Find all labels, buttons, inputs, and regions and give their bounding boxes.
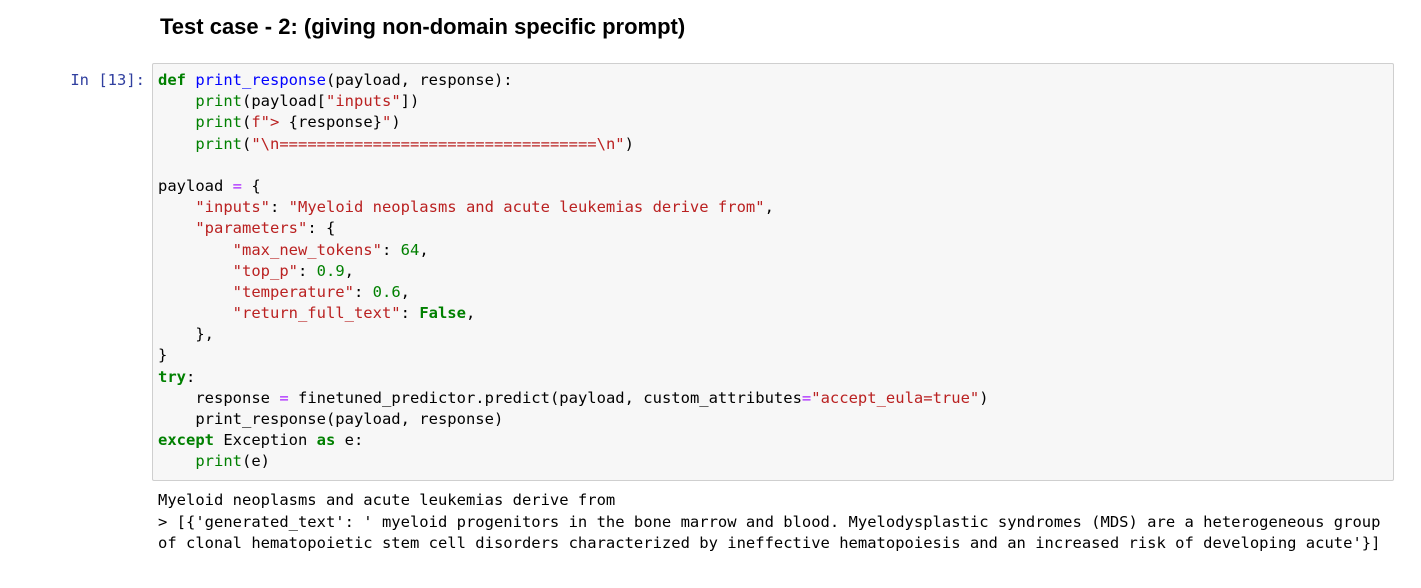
code-line: response = finetuned_predictor.predict(p… — [158, 388, 989, 409]
code-token: { — [242, 176, 261, 195]
code-token: : — [381, 240, 401, 259]
code-line: print("\n===============================… — [158, 134, 989, 155]
output-line: > [{'generated_text': ' myeloid progenit… — [158, 512, 1390, 553]
code-token: print — [195, 134, 242, 153]
output-line: Myeloid neoplasms and acute leukemias de… — [158, 491, 616, 509]
code-line: "inputs": "Myeloid neoplasms and acute l… — [158, 197, 989, 218]
code-line: "max_new_tokens": 64, — [158, 240, 989, 261]
code-token: "inputs" — [195, 198, 270, 217]
code-token: = — [232, 176, 242, 195]
code-token: ) — [624, 134, 634, 153]
code-token: " — [382, 113, 392, 132]
code-token: : — [269, 198, 289, 217]
code-text[interactable]: def print_response(payload, response): p… — [158, 70, 989, 473]
code-token: (payload[ — [242, 92, 326, 111]
code-token: False — [419, 304, 466, 323]
code-line: print(e) — [158, 451, 989, 472]
code-token: as — [316, 431, 336, 450]
code-token: , — [764, 198, 774, 217]
code-token: "Myeloid neoplasms and acute leukemias d… — [288, 198, 765, 217]
code-line: def print_response(payload, response): — [158, 70, 989, 91]
code-line: } — [158, 345, 989, 366]
code-line: print(f"> {response}") — [158, 112, 989, 133]
code-line: "top_p": 0.9, — [158, 261, 989, 282]
code-token: response — [158, 388, 280, 407]
code-line: print(payload["inputs"]) — [158, 91, 989, 112]
code-token: ]) — [400, 92, 420, 111]
code-token: : — [353, 282, 373, 301]
input-prompt: In [13]: — [70, 71, 145, 89]
code-token: ) — [391, 113, 401, 132]
code-line: try: — [158, 367, 989, 388]
code-token: 0.6 — [372, 282, 401, 301]
code-token: print — [195, 113, 242, 132]
code-token: try — [158, 367, 186, 386]
code-token: , — [419, 240, 429, 259]
code-token: e: — [335, 431, 364, 450]
code-token: : — [186, 367, 196, 386]
code-token: = — [279, 388, 289, 407]
code-token: payload — [158, 176, 233, 195]
code-line: except Exception as e: — [158, 430, 989, 451]
code-token: , — [400, 282, 410, 301]
code-token: print_response — [195, 71, 326, 89]
code-token: : — [297, 261, 317, 280]
code-token: {response} — [288, 113, 382, 132]
code-token: finetuned_predictor.predict(payload, cus… — [288, 388, 802, 407]
code-token: ( — [242, 134, 252, 153]
code-token: : — [400, 304, 420, 323]
code-token: print_response(payload, response) — [158, 410, 504, 428]
code-token: = — [801, 388, 812, 407]
code-token: ( — [242, 113, 252, 132]
code-token: , — [344, 261, 354, 280]
code-token: def — [158, 71, 186, 89]
code-token: except — [158, 431, 214, 450]
code-token: "temperature" — [232, 282, 354, 301]
code-line: "return_full_text": False, — [158, 303, 989, 324]
code-token: 64 — [400, 240, 420, 259]
code-token: f"> — [251, 113, 289, 132]
code-token: Exception — [214, 431, 317, 450]
code-line: }, — [158, 324, 989, 345]
code-token: print — [195, 452, 242, 471]
code-token: }, — [158, 325, 214, 344]
cell-output: Myeloid neoplasms and acute leukemias de… — [158, 490, 1388, 555]
code-token: : { — [307, 219, 336, 238]
code-token: (e) — [242, 452, 270, 471]
code-token: (payload, response): — [326, 71, 513, 89]
code-token: "return_full_text" — [232, 304, 401, 323]
code-token: "inputs" — [326, 92, 401, 111]
code-token: "top_p" — [232, 261, 298, 280]
code-token: "\n==================================\n" — [251, 134, 625, 153]
section-heading: Test case - 2: (giving non-domain specif… — [160, 14, 686, 39]
code-token: print — [195, 92, 242, 111]
code-line: "temperature": 0.6, — [158, 282, 989, 303]
code-token: "accept_eula=true" — [811, 388, 980, 407]
code-token: 0.9 — [316, 261, 345, 280]
code-token: ) — [979, 388, 989, 407]
code-token: "max_new_tokens" — [232, 240, 382, 259]
code-line: "parameters": { — [158, 218, 989, 239]
code-token: } — [158, 346, 168, 365]
code-token: , — [465, 304, 476, 323]
code-line: payload = { — [158, 176, 989, 197]
code-token: "parameters" — [195, 219, 308, 238]
code-line: print_response(payload, response) — [158, 409, 989, 430]
